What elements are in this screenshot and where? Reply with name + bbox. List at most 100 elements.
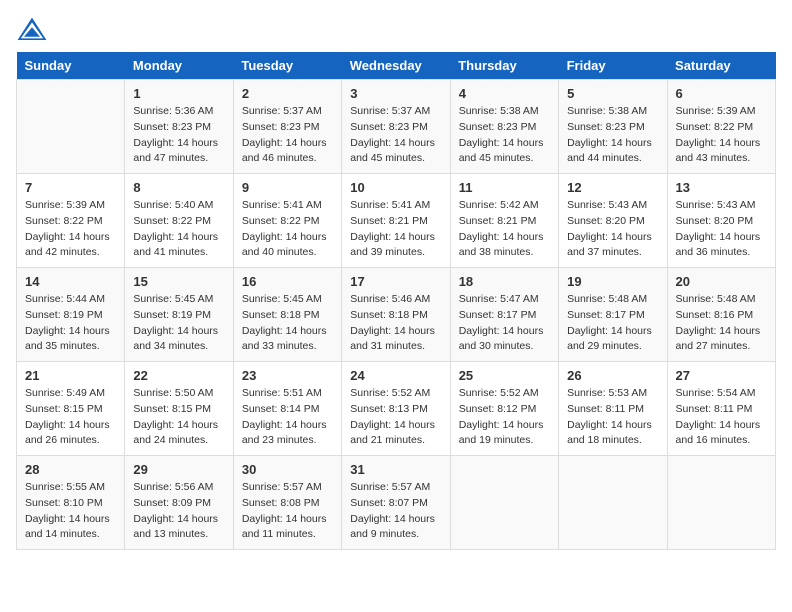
calendar-cell: 24Sunrise: 5:52 AMSunset: 8:13 PMDayligh… [342, 362, 450, 456]
daylight-text: Daylight: 14 hours and 29 minutes. [567, 325, 652, 353]
daylight-text: Daylight: 14 hours and 30 minutes. [459, 325, 544, 353]
calendar-table: SundayMondayTuesdayWednesdayThursdayFrid… [16, 52, 776, 550]
calendar-cell: 11 Sunrise: 5:42 AM Sunset: 8:21 PM Dayligh… [450, 174, 558, 268]
calendar-cell: 29Sunrise: 5:56 AMSunset: 8:09 PMDayligh… [125, 456, 233, 550]
day-number: 11 [459, 180, 550, 195]
day-number: 28 [25, 462, 116, 477]
column-header-wednesday: Wednesday [342, 52, 450, 80]
sunset-text: Sunset: 8:10 PM [25, 497, 103, 509]
day-number: 13 [676, 180, 767, 195]
day-number: 10 [350, 180, 441, 195]
daylight-text: Daylight: 14 hours and 42 minutes. [25, 231, 110, 259]
sunrise-text: Sunrise: 5:48 AM [676, 293, 756, 305]
day-info: Sunrise: 5:50 AMSunset: 8:15 PMDaylight:… [133, 386, 224, 449]
calendar-cell: 28Sunrise: 5:55 AMSunset: 8:10 PMDayligh… [17, 456, 125, 550]
daylight-text: Daylight: 14 hours and 34 minutes. [133, 325, 218, 353]
day-number: 7 [25, 180, 116, 195]
calendar-cell: 6 Sunrise: 5:39 AMSunset: 8:22 PMDaylight… [667, 80, 775, 174]
sunrise-text: Sunrise: 5:38 AM [459, 105, 539, 117]
day-number: 21 [25, 368, 116, 383]
day-number: 16 [242, 274, 333, 289]
sunset-text: Sunset: 8:22 PM [242, 215, 320, 227]
day-number: 12 [567, 180, 658, 195]
daylight-text: Daylight: 14 hours and 31 minutes. [350, 325, 435, 353]
sunset-text: Sunset: 8:14 PM [242, 403, 320, 415]
day-number: 15 [133, 274, 224, 289]
sunrise-text: Sunrise: 5:45 AM [133, 293, 213, 305]
day-number: 25 [459, 368, 550, 383]
daylight-text: Daylight: 14 hours and 43 minutes. [676, 137, 761, 165]
daylight-text: Daylight: 14 hours and 35 minutes. [25, 325, 110, 353]
daylight-text: Daylight: 14 hours and 19 minutes. [459, 419, 544, 447]
sunrise-text: Sunrise: 5:40 AM [133, 199, 213, 211]
calendar-week-row: 21 Sunrise: 5:49 AMSunset: 8:15 PMDayligh… [17, 362, 776, 456]
sunset-text: Sunset: 8:17 PM [567, 309, 645, 321]
sunset-text: Sunset: 8:16 PM [676, 309, 754, 321]
day-info: Sunrise: 5:42 AM Sunset: 8:21 PM Daylight:… [459, 198, 550, 261]
day-number: 27 [676, 368, 767, 383]
sunset-text: Sunset: 8:17 PM [459, 309, 537, 321]
sunrise-text: Sunrise: 5:57 AM [242, 481, 322, 493]
calendar-cell: 17Sunrise: 5:46 AMSunset: 8:18 PMDayligh… [342, 268, 450, 362]
column-header-friday: Friday [559, 52, 667, 80]
daylight-text: Daylight: 14 hours and 33 minutes. [242, 325, 327, 353]
day-info: Sunrise: 5:43 AMSunset: 8:20 PMDaylight:… [567, 198, 658, 261]
calendar-cell: 1Sunrise: 5:36 AMSunset: 8:23 PMDaylight… [125, 80, 233, 174]
day-number: 17 [350, 274, 441, 289]
sunset-text: Sunset: 8:15 PM [25, 403, 103, 415]
day-number: 18 [459, 274, 550, 289]
daylight-text: Daylight: 14 hours and 36 minutes. [676, 231, 761, 259]
calendar-cell: 14Sunrise: 5:44 AMSunset: 8:19 PMDayligh… [17, 268, 125, 362]
calendar-cell: 23Sunrise: 5:51 AMSunset: 8:14 PMDayligh… [233, 362, 341, 456]
daylight-text: Daylight: 14 hours and 11 minutes. [242, 513, 327, 541]
sunset-text: Sunset: 8:18 PM [350, 309, 428, 321]
calendar-cell: 7Sunrise: 5:39 AMSunset: 8:22 PMDaylight… [17, 174, 125, 268]
logo [16, 16, 50, 44]
sunrise-text: Sunrise: 5:50 AM [133, 387, 213, 399]
day-info: Sunrise: 5:56 AMSunset: 8:09 PMDaylight:… [133, 480, 224, 543]
day-info: Sunrise: 5:49 AMSunset: 8:15 PMDaylight:… [25, 386, 116, 449]
sunrise-text: Sunrise: 5:37 AM [242, 105, 322, 117]
calendar-cell: 26Sunrise: 5:53 AMSunset: 8:11 PMDayligh… [559, 362, 667, 456]
sunrise-text: Sunrise: 5:52 AM [459, 387, 539, 399]
daylight-text: Daylight: 14 hours and 18 minutes. [567, 419, 652, 447]
column-header-thursday: Thursday [450, 52, 558, 80]
calendar-cell: 5Sunrise: 5:38 AMSunset: 8:23 PMDaylight… [559, 80, 667, 174]
day-info: Sunrise: 5:37 AMSunset: 8:23 PMDaylight:… [242, 104, 333, 167]
daylight-text: Daylight: 14 hours and 45 minutes. [350, 137, 435, 165]
sunrise-text: Sunrise: 5:53 AM [567, 387, 647, 399]
daylight-text: Daylight: 14 hours and 21 minutes. [350, 419, 435, 447]
sunset-text: Sunset: 8:23 PM [459, 121, 537, 133]
day-number: 6 [676, 86, 767, 101]
calendar-cell [667, 456, 775, 550]
day-info: Sunrise: 5:41 AMSunset: 8:22 PMDaylight:… [242, 198, 333, 261]
daylight-text: Daylight: 14 hours and 16 minutes. [676, 419, 761, 447]
calendar-cell: 10Sunrise: 5:41 AMSunset: 8:21 PMDayligh… [342, 174, 450, 268]
daylight-text: Daylight: 14 hours and 9 minutes. [350, 513, 435, 541]
calendar-cell: 3Sunrise: 5:37 AMSunset: 8:23 PMDaylight… [342, 80, 450, 174]
daylight-text: Daylight: 14 hours and 23 minutes. [242, 419, 327, 447]
day-number: 19 [567, 274, 658, 289]
logo-icon [16, 16, 48, 44]
sunrise-text: Sunrise: 5:48 AM [567, 293, 647, 305]
daylight-text: Daylight: 14 hours and 40 minutes. [242, 231, 327, 259]
day-info: Sunrise: 5:39 AMSunset: 8:22 PMDaylight:… [676, 104, 767, 167]
sunrise-text: Sunrise: 5:55 AM [25, 481, 105, 493]
calendar-cell: 20Sunrise: 5:48 AMSunset: 8:16 PMDayligh… [667, 268, 775, 362]
sunset-text: Sunset: 8:21 PM [459, 215, 537, 227]
sunrise-text: Sunrise: 5:42 AM [459, 199, 539, 211]
day-number: 30 [242, 462, 333, 477]
calendar-cell: 2Sunrise: 5:37 AMSunset: 8:23 PMDaylight… [233, 80, 341, 174]
day-info: Sunrise: 5:51 AMSunset: 8:14 PMDaylight:… [242, 386, 333, 449]
day-info: Sunrise: 5:40 AMSunset: 8:22 PMDaylight:… [133, 198, 224, 261]
sunrise-text: Sunrise: 5:43 AM [676, 199, 756, 211]
calendar-cell: 21 Sunrise: 5:49 AMSunset: 8:15 PMDayligh… [17, 362, 125, 456]
daylight-text: Daylight: 14 hours and 38 minutes. [459, 231, 544, 259]
sunset-text: Sunset: 8:23 PM [242, 121, 320, 133]
calendar-cell: 27Sunrise: 5:54 AMSunset: 8:11 PMDayligh… [667, 362, 775, 456]
sunrise-text: Sunrise: 5:56 AM [133, 481, 213, 493]
calendar-week-row: 28 Sunrise: 5:55 AM Sunset: 8:10 PM Dayligh… [17, 456, 776, 550]
day-number: 1 [133, 86, 224, 101]
sunrise-text: Sunrise: 5:43 AM [567, 199, 647, 211]
calendar-week-row: 7Sunrise: 5:39 AMSunset: 8:22 PMDaylight… [17, 174, 776, 268]
